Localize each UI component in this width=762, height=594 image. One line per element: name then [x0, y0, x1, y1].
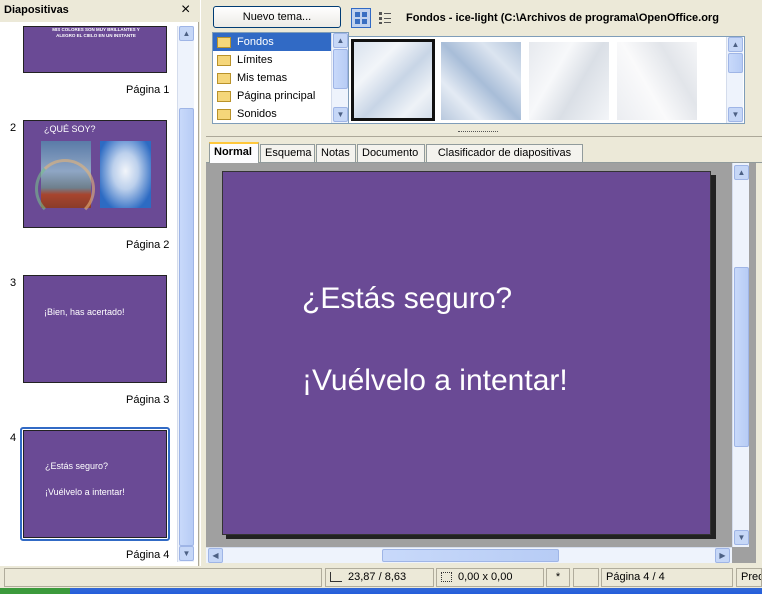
theme-item-pagina-principal[interactable]: Página principal [213, 87, 348, 105]
status-modified[interactable]: * [546, 568, 570, 587]
gallery-thumb-1[interactable] [351, 39, 435, 121]
close-icon[interactable]: × [181, 1, 190, 19]
scroll-up-icon[interactable]: ▲ [734, 165, 749, 180]
status-size: 0,00 x 0,00 [436, 568, 544, 587]
theme-list[interactable]: Fondos Límites Mis temas Página principa… [212, 32, 349, 124]
tab-documento[interactable]: Documento [357, 144, 425, 162]
position-icon [330, 572, 342, 583]
gallery-title: Fondos - ice-light (C:\Archivos de progr… [406, 12, 719, 24]
main-slide-line2[interactable]: ¡Vuélvelo a intentar! [302, 364, 568, 398]
scroll-up-icon[interactable]: ▲ [728, 37, 743, 52]
slide-editor: ¿Estás seguro? ¡Vuélvelo a intentar! ▲ ▼… [206, 163, 756, 563]
new-theme-button[interactable]: Nuevo tema... [213, 6, 341, 28]
scroll-down-icon[interactable]: ▼ [179, 546, 194, 561]
editor-hscroll-thumb[interactable] [382, 549, 559, 562]
status-message [4, 568, 322, 587]
slide4-label: Página 4 [126, 549, 170, 561]
folder-icon [217, 54, 231, 66]
slide3-label: Página 3 [126, 394, 170, 406]
detail-view-icon[interactable] [375, 8, 395, 28]
theme-item-limites[interactable]: Límites [213, 51, 348, 69]
slides-pane-title: Diapositivas [4, 4, 69, 16]
pane-splitter[interactable] [200, 0, 205, 566]
editor-vscrollbar[interactable]: ▲ ▼ [732, 163, 749, 547]
scroll-right-icon[interactable]: ▶ [715, 548, 730, 563]
start-strip [0, 588, 70, 594]
slides-scrollbar[interactable]: ▲ ▼ [177, 26, 194, 562]
status-position: 23,87 / 8,63 [325, 568, 434, 587]
slide-thumb-3[interactable]: ¡Bien, has acertado! [23, 275, 167, 383]
theme-item-mis-temas[interactable]: Mis temas [213, 69, 348, 87]
gallery-thumb-2[interactable] [441, 42, 521, 120]
slide1-text: MIS COLORES SON MUY BRILLANTES Y ALEGRO … [52, 27, 140, 38]
gallery-thumb-3[interactable] [529, 42, 609, 120]
gallery-thumb-4[interactable] [617, 42, 697, 120]
scroll-up-icon[interactable]: ▲ [179, 26, 194, 41]
tab-esquema[interactable]: Esquema [260, 144, 315, 162]
slide3-number: 3 [10, 277, 17, 289]
tab-notas[interactable]: Notas [316, 144, 356, 162]
gallery-area: ▲ ▼ [348, 36, 745, 124]
theme-list-scrollbar[interactable]: ▲ ▼ [331, 33, 348, 123]
editor-hscrollbar[interactable]: ◀ ▶ [206, 547, 732, 563]
scroll-up-icon[interactable]: ▲ [333, 33, 348, 48]
folder-icon [217, 90, 231, 102]
slide2-title: ¿QUÉ SOY? [44, 124, 96, 134]
rainbow-image [35, 141, 95, 219]
folder-icon [217, 108, 231, 120]
status-empty [573, 568, 599, 587]
slide4-line2: ¡Vuélvelo a intentar! [45, 487, 125, 497]
gallery-scrollbar[interactable]: ▲ ▼ [726, 37, 743, 123]
tab-normal[interactable]: Normal [209, 142, 259, 163]
scroll-down-icon[interactable]: ▼ [333, 107, 348, 122]
scroll-down-icon[interactable]: ▼ [728, 107, 743, 122]
icon-view-icon[interactable] [351, 8, 371, 28]
slides-pane-header: Diapositivas × [0, 0, 199, 22]
slides-pane: Diapositivas × MIS COLORES SON MUY BRILL… [0, 0, 199, 566]
slide-thumb-2[interactable]: ¿QUÉ SOY? [23, 120, 167, 228]
slide2-label: Página 2 [126, 239, 170, 251]
gallery-splitter[interactable] [206, 129, 762, 137]
clouds-image [100, 141, 151, 208]
taskbar-strip [0, 588, 762, 594]
status-style[interactable]: Pred [736, 568, 762, 587]
theme-item-fondos[interactable]: Fondos [213, 33, 348, 51]
gallery-scroll-thumb[interactable] [728, 53, 743, 73]
folder-icon [217, 72, 231, 84]
size-icon [441, 572, 452, 583]
scroll-left-icon[interactable]: ◀ [208, 548, 223, 563]
slides-scroll-thumb[interactable] [179, 108, 194, 546]
folder-icon [217, 36, 231, 48]
slide3-text: ¡Bien, has acertado! [44, 307, 125, 317]
main-slide[interactable]: ¿Estás seguro? ¡Vuélvelo a intentar! [222, 171, 711, 535]
scroll-down-icon[interactable]: ▼ [734, 530, 749, 545]
slide1-label: Página 1 [126, 84, 170, 96]
theme-scroll-thumb[interactable] [333, 49, 348, 89]
main-slide-line1[interactable]: ¿Estás seguro? [302, 282, 512, 316]
editor-vscroll-thumb[interactable] [734, 267, 749, 447]
status-page: Página 4 / 4 [601, 568, 733, 587]
slide4-number: 4 [10, 432, 17, 444]
theme-item-sonidos[interactable]: Sonidos [213, 105, 348, 123]
gallery-panel: Nuevo tema... Fondos - ice-light (C:\Arc… [206, 0, 762, 134]
slide4-line1: ¿Estás seguro? [45, 461, 109, 471]
tab-clasificador[interactable]: Clasificador de diapositivas [426, 144, 583, 162]
slide-thumb-1[interactable]: MIS COLORES SON MUY BRILLANTES Y ALEGRO … [23, 26, 167, 73]
slide2-number: 2 [10, 122, 17, 134]
slide-thumb-4[interactable]: ¿Estás seguro? ¡Vuélvelo a intentar! [23, 430, 167, 538]
